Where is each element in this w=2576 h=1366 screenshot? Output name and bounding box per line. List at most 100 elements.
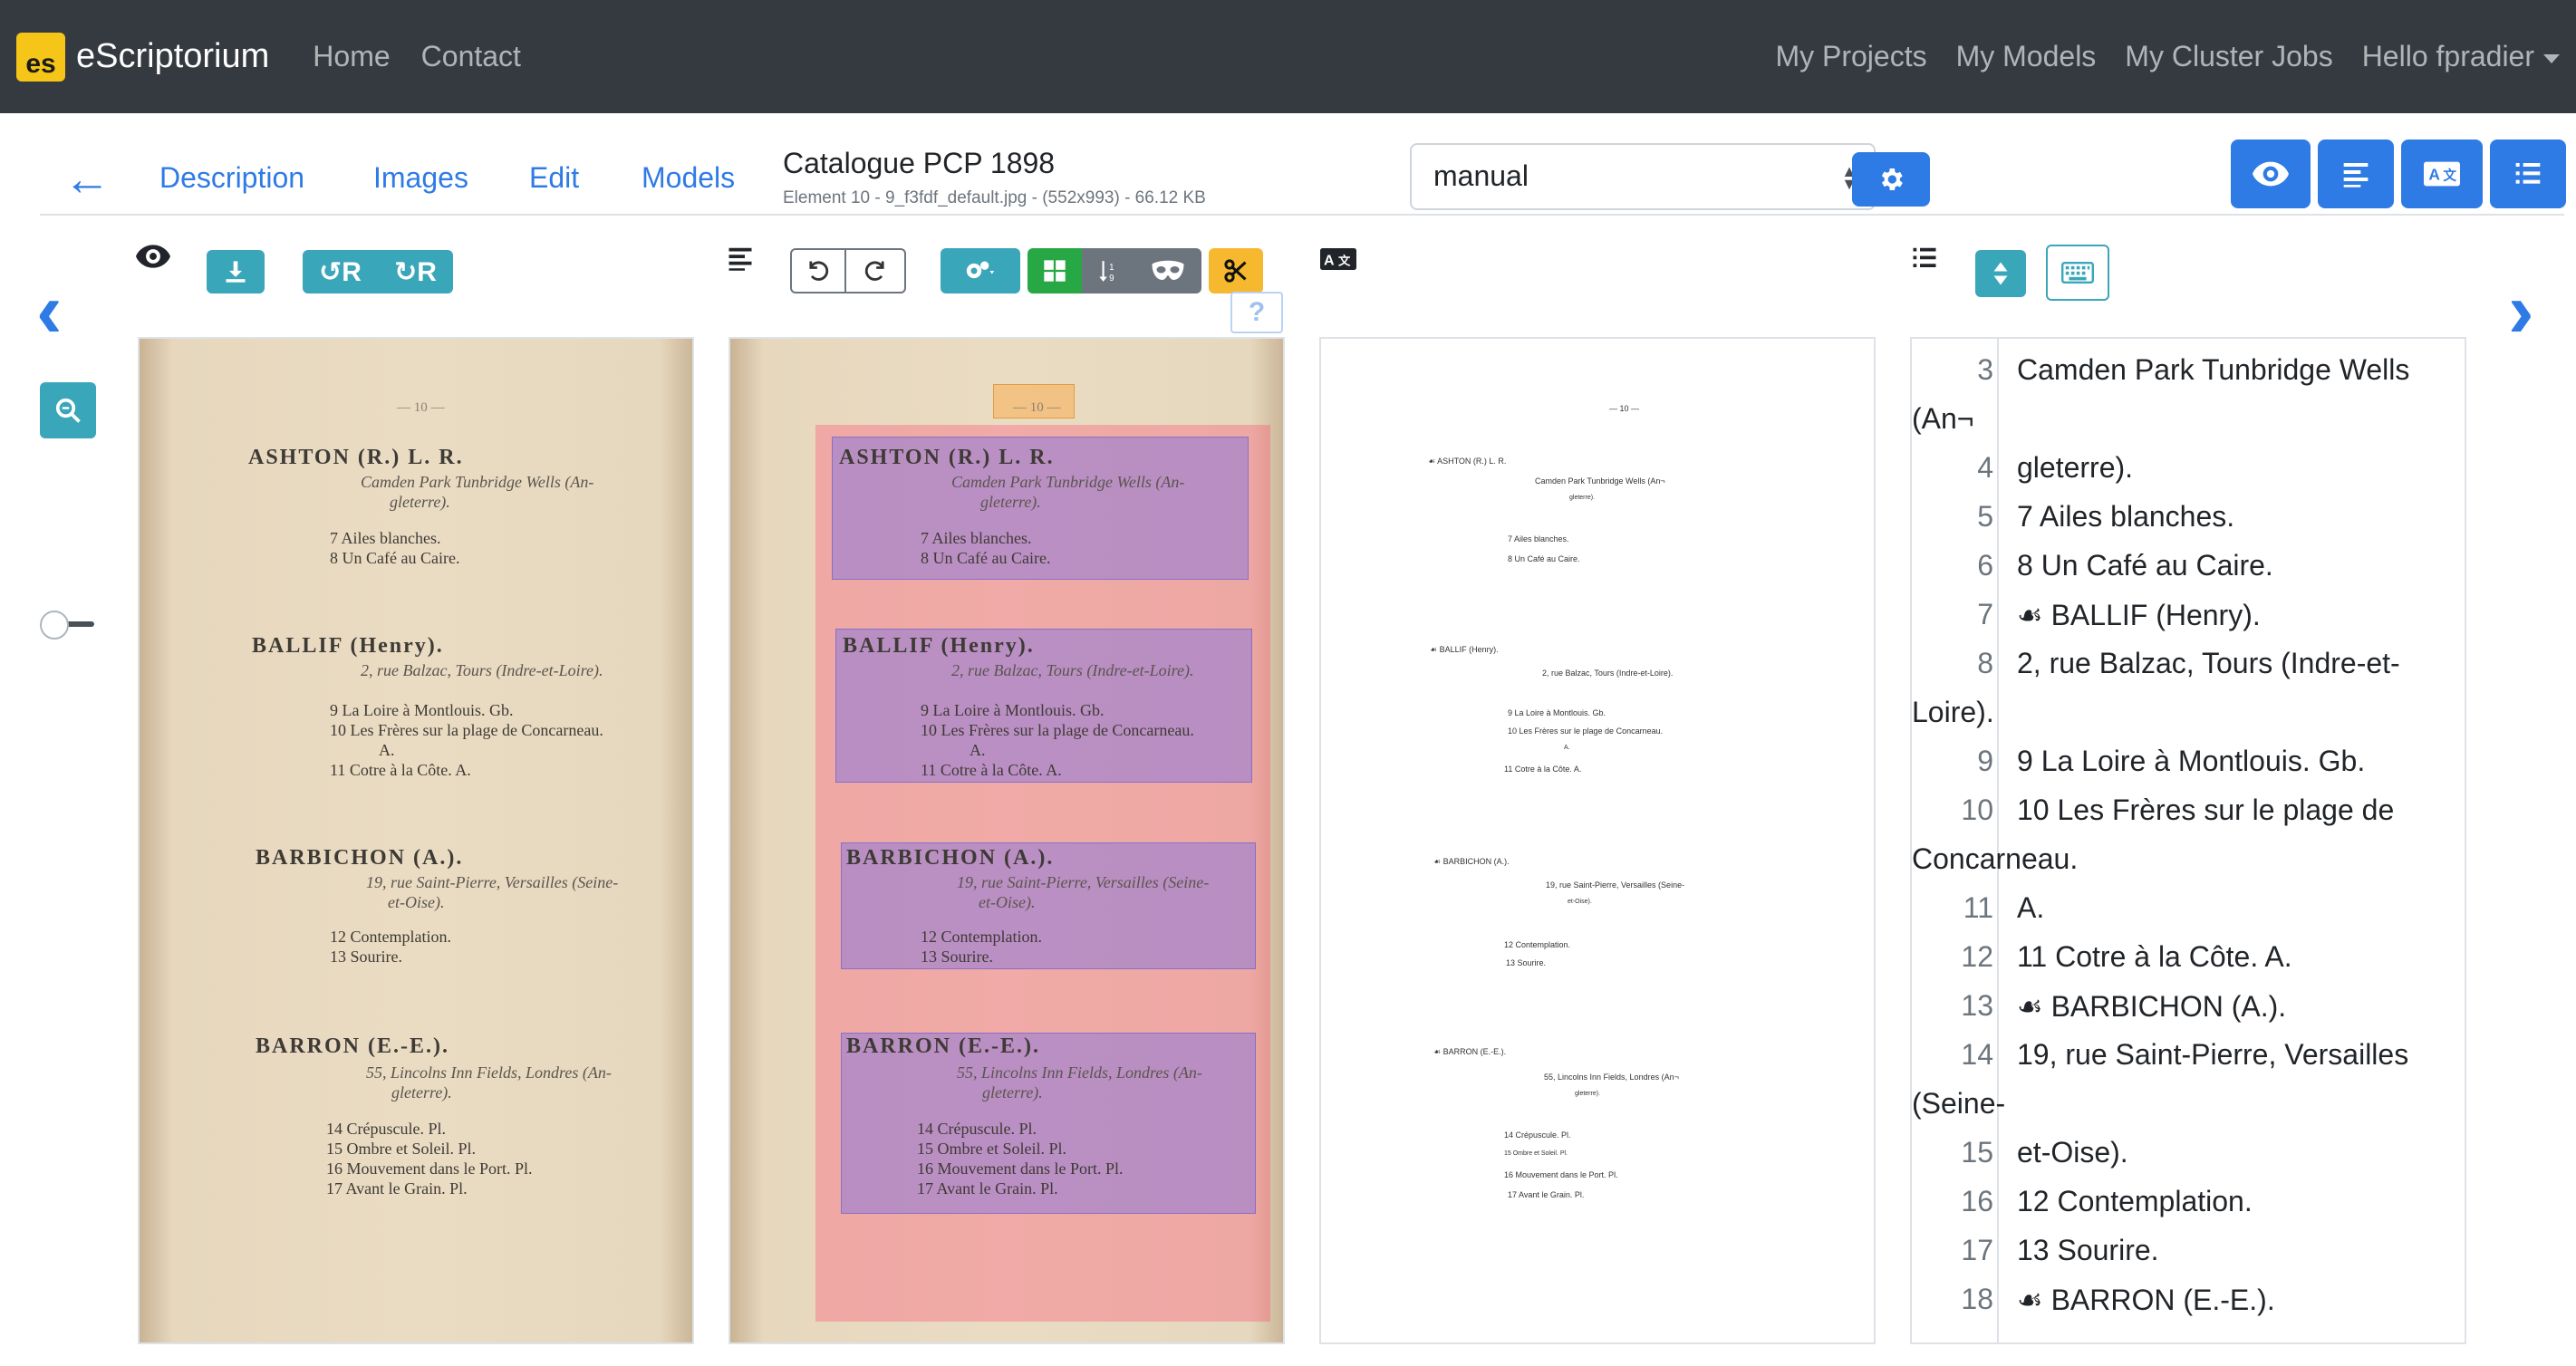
line-row[interactable]: 15 et-Oise). bbox=[1912, 1136, 2465, 1185]
zoom-button[interactable] bbox=[40, 382, 96, 438]
reorder-button[interactable]: 19 bbox=[1082, 248, 1134, 293]
line-row[interactable]: 9 9 La Loire à Montlouis. Gb. bbox=[1912, 745, 2465, 794]
undo-button[interactable] bbox=[790, 248, 846, 293]
source-image-panel[interactable]: — 10 — ASHTON (R.) L. R. Camden Park Tun… bbox=[138, 337, 694, 1344]
line-text[interactable]: Camden Park Tunbridge Wells bbox=[2017, 353, 2409, 387]
segmentation-panel[interactable]: — 10 — ASHTON (R.) L. R. Camden Park Tun… bbox=[728, 337, 1285, 1344]
toggle-lines-panel-button[interactable] bbox=[2490, 139, 2566, 208]
tab-models[interactable]: Models bbox=[642, 161, 735, 195]
line-row[interactable]: 17 13 Sourire. bbox=[1912, 1234, 2465, 1283]
line-row[interactable]: 4 gleterre). bbox=[1912, 451, 2465, 500]
line-row[interactable]: 14 19, rue Saint-Pierre, Versailles bbox=[1912, 1038, 2465, 1087]
tab-edit[interactable]: Edit bbox=[529, 161, 579, 195]
line-number: 3 bbox=[1977, 353, 1993, 386]
line-text-wrap[interactable]: (Seine- bbox=[1912, 1087, 2005, 1121]
line-text[interactable]: 19, rue Saint-Pierre, Versailles bbox=[2017, 1038, 2408, 1072]
line-row[interactable]: 5 7 Ailes blanches. bbox=[1912, 500, 2465, 549]
line-number: 12 bbox=[1961, 940, 1993, 973]
line-row[interactable]: 6 8 Un Café au Caire. bbox=[1912, 549, 2465, 598]
scissors-icon bbox=[1224, 259, 1247, 283]
zoom-slider-handle[interactable] bbox=[40, 611, 69, 640]
rotate-right-icon[interactable]: ↻R bbox=[394, 256, 437, 288]
nav-contact[interactable]: Contact bbox=[421, 40, 521, 73]
line-row[interactable]: 10 10 Les Frères sur le plage de bbox=[1912, 794, 2465, 842]
keyboard-button[interactable] bbox=[2046, 245, 2109, 301]
nav-my-cluster-jobs[interactable]: My Cluster Jobs bbox=[2125, 40, 2332, 73]
nav-left: Home Contact bbox=[313, 40, 521, 73]
rotate-left-icon[interactable]: ↺R bbox=[319, 256, 362, 288]
line-row[interactable]: 3 Camden Park Tunbridge Wells bbox=[1912, 353, 2465, 402]
document-title: Catalogue PCP 1898 bbox=[783, 147, 1056, 179]
sort-button[interactable] bbox=[1975, 250, 2026, 297]
cut-button[interactable] bbox=[1209, 248, 1263, 293]
brand[interactable]: es eScriptorium bbox=[16, 32, 269, 82]
line-text[interactable]: gleterre). bbox=[2017, 451, 2133, 485]
translate-icon: A文 bbox=[2424, 161, 2460, 187]
line-number: 8 bbox=[1977, 647, 1993, 679]
line-text-wrap[interactable]: Loire). bbox=[1912, 696, 1994, 729]
entry-line: 12 Contemplation. bbox=[921, 928, 1042, 946]
line-text[interactable]: 13 Sourire. bbox=[2017, 1234, 2159, 1267]
nav-right: My Projects My Models My Cluster Jobs He… bbox=[1775, 40, 2560, 73]
line-row[interactable]: 18 ☙ BARRON (E.-E.). bbox=[1912, 1283, 2465, 1332]
line-text[interactable]: 11 Cotre à la Côte. A. bbox=[2017, 940, 2292, 974]
transcription-lines-panel[interactable]: 3 Camden Park Tunbridge Wells (An¬ 4 gle… bbox=[1910, 337, 2466, 1344]
eye-icon bbox=[136, 245, 170, 273]
undo-icon bbox=[809, 261, 829, 281]
entry-line: 16 Mouvement dans le Port. Pl. bbox=[326, 1159, 533, 1178]
line-text[interactable]: ☙ BARRON (E.-E.). bbox=[2017, 1283, 2275, 1317]
line-row[interactable]: 8 2, rue Balzac, Tours (Indre-et- bbox=[1912, 647, 2465, 696]
toggle-translation-panel-button[interactable]: A文 bbox=[2401, 139, 2483, 208]
entry-line: 7 Ailes blanches. bbox=[921, 529, 1032, 547]
chevron-right-icon[interactable]: › bbox=[2508, 272, 2534, 350]
svg-text:1: 1 bbox=[1109, 263, 1114, 273]
user-menu[interactable]: Hello fpradier bbox=[2362, 40, 2560, 73]
download-button[interactable] bbox=[207, 250, 265, 293]
help-button[interactable]: ? bbox=[1230, 292, 1283, 333]
document-toolbar: ← Description Images Edit Models Catalog… bbox=[40, 139, 2566, 216]
toggle-segmentation-panel-button[interactable] bbox=[2318, 139, 2394, 208]
page-number: — 10 — bbox=[1013, 400, 1061, 415]
line-row[interactable]: 11 A. bbox=[1912, 891, 2465, 940]
line-text-wrap[interactable]: (An¬ bbox=[1912, 402, 1973, 436]
mask-button[interactable] bbox=[1134, 248, 1201, 293]
line-number: 7 bbox=[1977, 598, 1993, 630]
arrow-left-icon[interactable]: ← bbox=[63, 156, 111, 203]
regions-button[interactable] bbox=[1028, 248, 1082, 293]
line-text[interactable]: 10 Les Frères sur le plage de bbox=[2017, 794, 2394, 827]
nav-home[interactable]: Home bbox=[313, 40, 390, 73]
line-text[interactable]: 7 Ailes blanches. bbox=[2017, 500, 2234, 534]
tab-description[interactable]: Description bbox=[159, 161, 304, 195]
translate-icon: A文 bbox=[1319, 248, 1357, 274]
line-text[interactable]: A. bbox=[2017, 891, 2044, 925]
line-text[interactable]: 9 La Loire à Montlouis. Gb. bbox=[2017, 745, 2365, 778]
line-text[interactable]: 8 Un Café au Caire. bbox=[2017, 549, 2273, 582]
transcription-select[interactable]: manual ▲ ▼ bbox=[1410, 143, 1876, 210]
segmentation-settings-button[interactable] bbox=[941, 248, 1020, 293]
toggle-visibility-panel-button[interactable] bbox=[2231, 139, 2311, 208]
entry-name: ASHTON (R.) L. R. bbox=[839, 446, 1055, 469]
line-text-wrap[interactable]: Concarneau. bbox=[1912, 842, 2078, 876]
entry-line: 10 Les Frères sur la plage de Concarneau… bbox=[921, 721, 1194, 739]
line-text[interactable]: 12 Contemplation. bbox=[2017, 1185, 2253, 1218]
line-row[interactable]: 13 ☙ BARBICHON (A.). bbox=[1912, 989, 2465, 1038]
entry-line: 17 Avant le Grain. Pl. bbox=[917, 1179, 1058, 1198]
line-row[interactable]: 12 11 Cotre à la Côte. A. bbox=[1912, 940, 2465, 989]
line-text[interactable]: ☙ BARBICHON (A.). bbox=[2017, 989, 2286, 1024]
preview-line: ☙ BALLIF (Henry). bbox=[1430, 645, 1499, 654]
line-number: 18 bbox=[1961, 1283, 1993, 1315]
line-row[interactable]: 16 12 Contemplation. bbox=[1912, 1185, 2465, 1234]
line-text[interactable]: et-Oise). bbox=[2017, 1136, 2128, 1169]
entry-line: 9 La Loire à Montlouis. Gb. bbox=[330, 701, 514, 719]
brand-name[interactable]: eScriptorium bbox=[76, 37, 269, 76]
chevron-left-icon[interactable]: ‹ bbox=[36, 272, 63, 350]
settings-button[interactable] bbox=[1852, 152, 1930, 207]
tab-images[interactable]: Images bbox=[373, 161, 468, 195]
line-row[interactable]: 7 ☙ BALLIF (Henry). bbox=[1912, 598, 2465, 647]
nav-my-projects[interactable]: My Projects bbox=[1775, 40, 1926, 73]
nav-my-models[interactable]: My Models bbox=[1956, 40, 2097, 73]
redo-button[interactable] bbox=[846, 248, 906, 293]
line-text[interactable]: 2, rue Balzac, Tours (Indre-et- bbox=[2017, 647, 2400, 680]
line-text[interactable]: ☙ BALLIF (Henry). bbox=[2017, 598, 2261, 632]
text-preview-panel[interactable]: — 10 — ☙ ASHTON (R.) L. R. Camden Park T… bbox=[1319, 337, 1876, 1344]
